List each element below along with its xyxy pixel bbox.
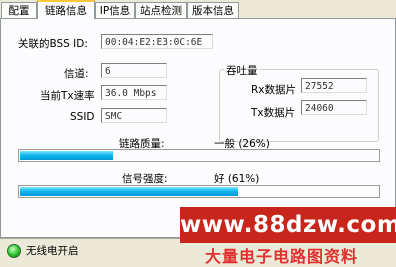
- channel-field: 6: [101, 63, 167, 78]
- watermark-caption: 大量电子电路图资料: [205, 247, 359, 266]
- link-quality-fill: [20, 151, 113, 160]
- bssid-label: 关联的BSS ID:: [18, 38, 88, 50]
- rx-fragments-label: Rx数据片: [251, 84, 297, 96]
- tab-link-info[interactable]: 链路信息: [37, 0, 95, 19]
- tab-ip-info[interactable]: IP信息: [95, 2, 135, 18]
- tx-fragments-label: Tx数据片: [251, 107, 296, 119]
- signal-strength-bar: [18, 185, 380, 198]
- tab-site-survey[interactable]: 站点检测: [135, 2, 187, 18]
- signal-strength-value: 好 (61%): [214, 173, 260, 185]
- signal-strength-label: 信号强度:: [122, 173, 168, 185]
- tab-version-info[interactable]: 版本信息: [187, 2, 239, 18]
- ssid-field: SMC: [101, 108, 167, 123]
- throughput-title: 吞吐量: [224, 63, 260, 78]
- tab-bar: 配置 链路信息 IP信息 站点检测 版本信息: [0, 0, 396, 19]
- tx-fragments-field: 24060: [301, 100, 367, 115]
- link-info-panel: 关联的BSS ID: 00:04:E2:E3:0C:6E 信道: 6 当前Tx速…: [0, 18, 396, 238]
- watermark-url: www.88dzw.com: [180, 207, 396, 243]
- tx-rate-field: 36.0 Mbps: [101, 85, 167, 100]
- rx-fragments-field: 27552: [301, 78, 367, 93]
- link-quality-bar: [18, 149, 380, 162]
- signal-strength-fill: [20, 187, 238, 196]
- ssid-label: SSID: [70, 111, 95, 123]
- tx-rate-label: 当前Tx速率: [40, 90, 95, 102]
- bssid-field: 00:04:E2:E3:0C:6E: [101, 34, 213, 49]
- radio-status-text: 无线电开启: [26, 245, 79, 257]
- radio-on-indicator-icon: [7, 244, 21, 258]
- channel-label: 信道:: [64, 68, 89, 80]
- tab-config[interactable]: 配置: [1, 2, 37, 18]
